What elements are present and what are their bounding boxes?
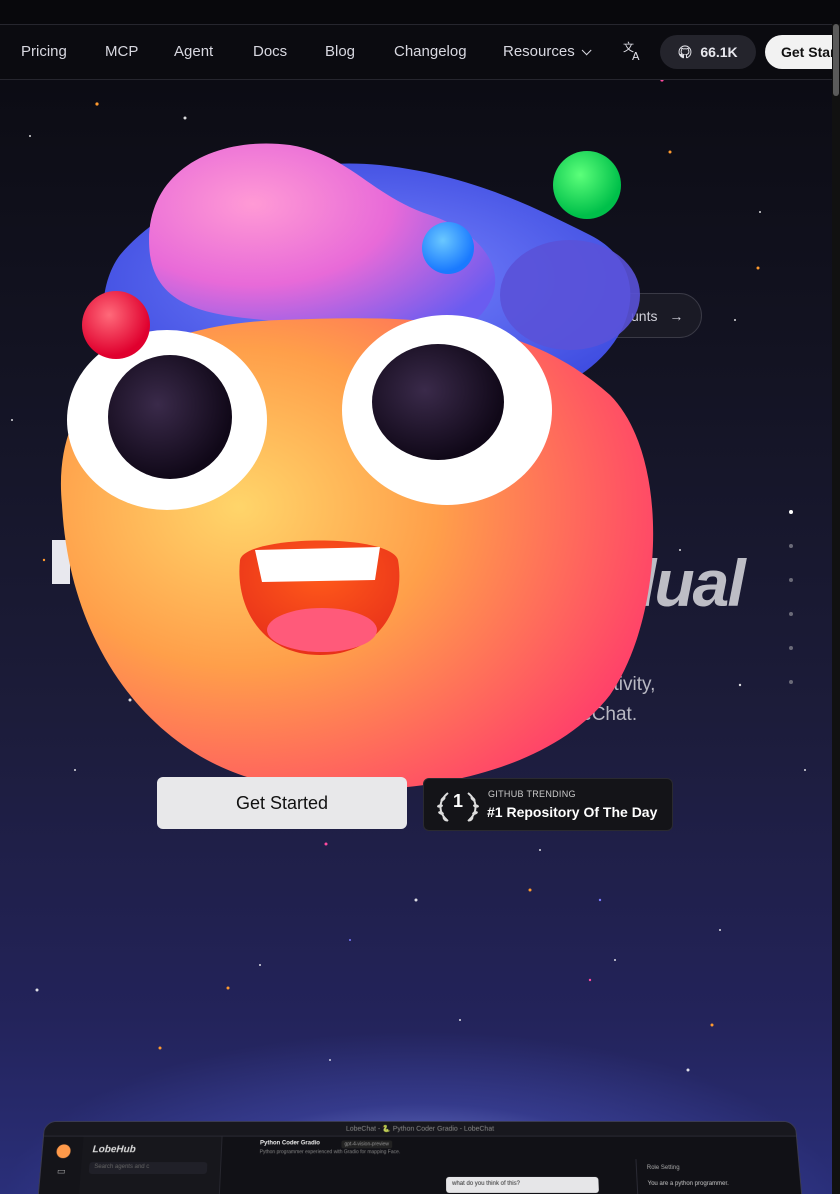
- chat-icon: ▭: [56, 1166, 66, 1176]
- trending-rank: 1: [452, 791, 463, 811]
- svg-text:A: A: [632, 50, 640, 62]
- app-chat-subtitle: Python programmer experienced with Gradi…: [259, 1149, 401, 1156]
- nav-link-changelog[interactable]: Changelog: [394, 43, 467, 60]
- nav-link-resources[interactable]: Resources: [503, 43, 592, 60]
- nav-link-pricing[interactable]: Pricing: [21, 43, 67, 60]
- app-chat-title: Python Coder Gradio: [259, 1140, 321, 1147]
- arrow-right-icon: →: [669, 308, 684, 324]
- nav-get-started-button[interactable]: Get Started: [765, 35, 840, 69]
- section-dot[interactable]: [789, 680, 793, 684]
- nav-link-mcp[interactable]: MCP: [105, 43, 138, 60]
- app-brand: LobeHub: [92, 1144, 137, 1156]
- app-user-message: what do you think of this?: [446, 1176, 599, 1193]
- nav-link-agent[interactable]: Agent: [174, 43, 213, 60]
- translate-icon[interactable]: 文 A: [622, 40, 644, 62]
- app-preview-screenshot: LobeChat - 🐍 Python Coder Gradio - LobeC…: [35, 1121, 805, 1194]
- browser-top-strip: [0, 0, 840, 24]
- github-stars-button[interactable]: 66.1K: [660, 35, 756, 69]
- app-role-text: You are a python programmer.: [647, 1180, 730, 1187]
- app-preview-titlebar: LobeChat - 🐍 Python Coder Gradio - LobeC…: [43, 1122, 797, 1137]
- app-role-setting-label: Role Setting: [646, 1165, 680, 1171]
- mascot-emoji-illustration: [60, 143, 654, 791]
- avatar: [56, 1144, 72, 1159]
- github-stars-count: 66.1K: [700, 44, 738, 60]
- app-role-panel: Role Setting You are a python programmer…: [635, 1159, 805, 1194]
- chevron-down-icon: [581, 45, 592, 56]
- app-search-input: Search agents and c: [88, 1162, 208, 1174]
- resources-label: Resources: [503, 43, 575, 60]
- nav-link-docs[interactable]: Docs: [253, 43, 287, 60]
- section-dot[interactable]: [789, 646, 793, 650]
- get-started-button[interactable]: Get Started: [157, 777, 407, 829]
- section-dot[interactable]: [789, 612, 793, 616]
- github-trending-badge[interactable]: 1 GITHUB TRENDING #1 Repository Of The D…: [423, 778, 673, 831]
- section-dots-nav[interactable]: [787, 500, 797, 700]
- section-dot-active[interactable]: [789, 510, 793, 514]
- github-icon: [678, 45, 692, 59]
- section-dot[interactable]: [789, 544, 793, 548]
- trending-label: GITHUB TRENDING: [488, 789, 576, 799]
- nav-link-blog[interactable]: Blog: [325, 43, 355, 60]
- app-preview-agent-list: LobeHub Search agents and c: [76, 1136, 223, 1194]
- app-preview-sidebar: ▭: [36, 1136, 84, 1194]
- trending-title: #1 Repository Of The Day: [487, 804, 658, 820]
- app-model-tag: gpt-4-vision-preview: [341, 1140, 392, 1149]
- section-dot[interactable]: [789, 578, 793, 582]
